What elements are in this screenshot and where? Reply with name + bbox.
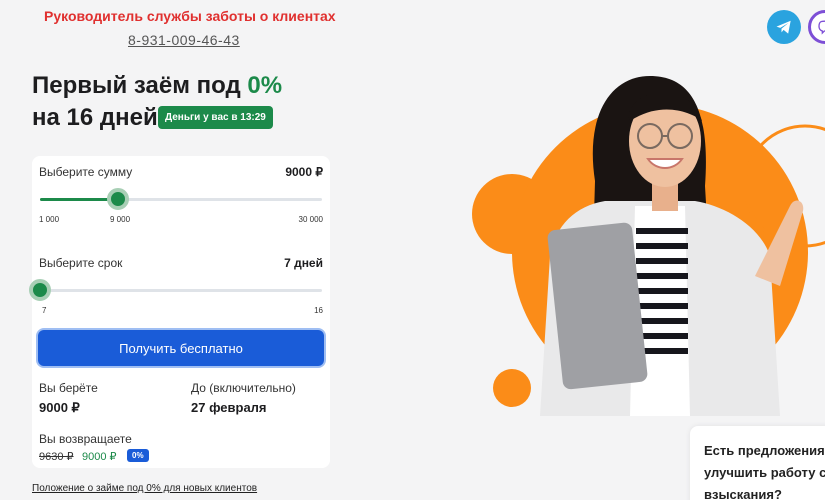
rate-badge: 0% bbox=[127, 449, 149, 462]
new-client-terms-link[interactable]: Положение о займе под 0% для новых клиен… bbox=[32, 483, 257, 494]
until-label: До (включительно) bbox=[191, 381, 296, 395]
term-slider[interactable] bbox=[29, 279, 322, 301]
amount-label: Выберите сумму bbox=[39, 165, 133, 179]
woman-figure bbox=[540, 76, 804, 416]
old-price: 9630 ₽ bbox=[39, 451, 74, 463]
new-price: 9000 ₽ bbox=[82, 451, 117, 463]
term-label: Выберите срок bbox=[39, 256, 123, 270]
headline-line2: на 16 дней bbox=[32, 104, 158, 131]
take-label: Вы берёте bbox=[39, 381, 98, 395]
offer-line-1: Есть предложения bbox=[704, 443, 825, 458]
term-slider-handle[interactable] bbox=[29, 279, 51, 301]
support-role-title: Руководитель службы заботы о клиентах bbox=[44, 8, 336, 24]
term-tick-max: 16 bbox=[314, 306, 323, 315]
viber-button[interactable] bbox=[808, 10, 825, 44]
offer-line-3: взыскания? bbox=[704, 487, 782, 500]
return-label: Вы возвращаете bbox=[39, 432, 132, 446]
decor-circle-small bbox=[493, 369, 531, 407]
headline-prefix: Первый заём под bbox=[32, 72, 248, 99]
term-value: 7 дней bbox=[284, 256, 323, 270]
offer-line-2: улучшить работу с bbox=[704, 465, 825, 480]
loan-calculator: Выберите сумму 9000 ₽ 1 000 9 000 30 000… bbox=[29, 156, 330, 468]
telegram-button[interactable] bbox=[767, 10, 801, 44]
term-tick-min: 7 bbox=[42, 306, 47, 315]
support-phone-link[interactable]: 8-931-009-46-43 bbox=[128, 32, 240, 48]
get-free-button[interactable]: Получить бесплатно bbox=[38, 330, 324, 366]
amount-slider[interactable] bbox=[40, 188, 322, 210]
headline-accent: 0% bbox=[247, 72, 283, 99]
amount-tick-current: 9 000 bbox=[110, 215, 131, 224]
amount-value: 9000 ₽ bbox=[285, 165, 323, 179]
money-time-badge: Деньги у вас в 13:29 bbox=[158, 106, 273, 129]
take-value: 9000 ₽ bbox=[39, 400, 80, 415]
hero-illustration bbox=[472, 76, 825, 416]
feedback-offer-card[interactable]: Есть предложения улучшить работу с взыск… bbox=[690, 426, 825, 500]
amount-tick-max: 30 000 bbox=[298, 215, 323, 224]
amount-tick-min: 1 000 bbox=[39, 215, 60, 224]
telegram-icon bbox=[776, 20, 791, 34]
viber-icon bbox=[818, 20, 825, 35]
amount-slider-handle[interactable] bbox=[106, 188, 129, 210]
until-value: 27 февраля bbox=[191, 400, 267, 415]
